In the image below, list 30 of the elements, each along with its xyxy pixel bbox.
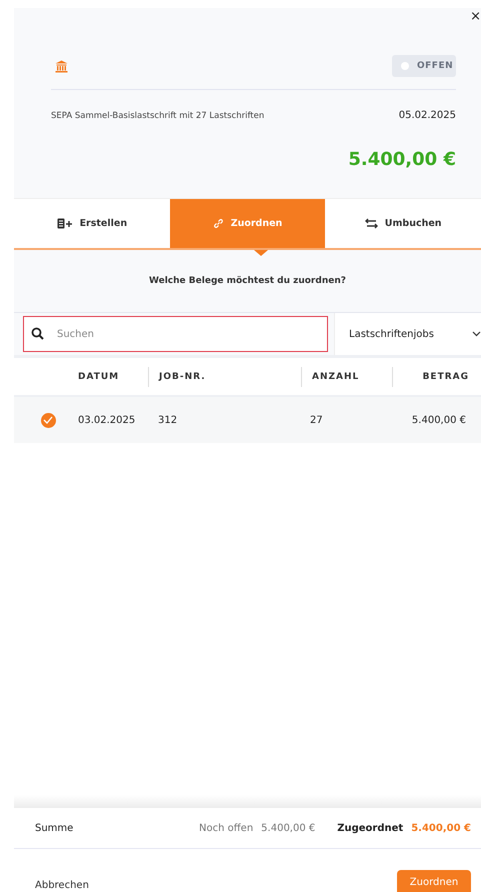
column-header: ANZAHL <box>301 366 392 386</box>
status-badge: OFFEN <box>392 55 456 77</box>
table-cell-text: 03.02.2025 <box>77 414 136 426</box>
search-field[interactable]: Suchen <box>23 316 328 352</box>
table-cell-text: 312 <box>157 414 178 426</box>
filter-dropdown[interactable]: Lastschriftenjobs <box>334 313 481 355</box>
document-plus-icon <box>56 218 73 229</box>
bank-icon <box>55 60 68 72</box>
assigned-label: Zugeordnet <box>337 822 404 834</box>
date-text: 05.02.2025 <box>398 110 456 121</box>
column-header: DATUM <box>77 370 120 384</box>
row-checkbox[interactable] <box>40 412 56 428</box>
column-header: JOB-NR. <box>148 366 301 386</box>
open-label: Noch offen <box>199 822 254 834</box>
link-icon <box>212 218 224 229</box>
sum-label: Summe <box>35 822 74 834</box>
assigned-amount: 5.400,00 € <box>411 822 471 834</box>
swap-arrows-icon <box>364 218 378 229</box>
open-amount: 5.400,00 € <box>261 822 316 834</box>
amount-text: 5.400,00 € <box>347 149 456 170</box>
close-button[interactable]: × <box>470 10 481 24</box>
cancel-button[interactable]: Abbrechen <box>14 878 89 892</box>
pointer-triangle <box>254 250 268 256</box>
table-cell-text: 27 <box>309 414 324 426</box>
question-text: Welche Belege möchtest du zuordnen? <box>149 276 346 286</box>
description-text: SEPA Sammel-Basislastschrift mit 27 Lastschriften <box>51 110 264 120</box>
column-header: BETRAG <box>392 366 469 386</box>
chevron-down-icon <box>472 331 481 337</box>
checkmark-icon <box>43 416 53 424</box>
table-cell-text: 5.400,00 € <box>410 414 466 426</box>
